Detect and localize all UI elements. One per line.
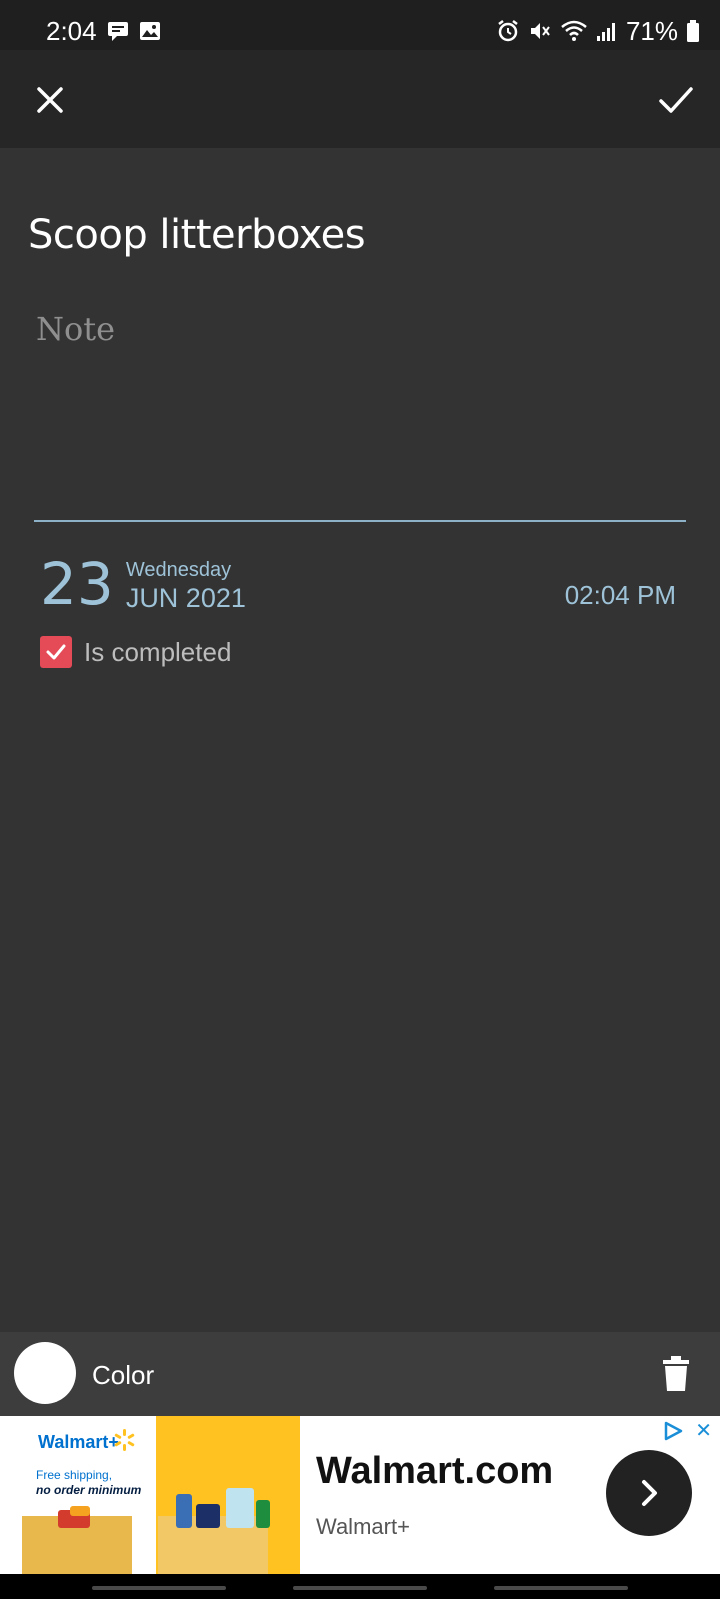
completed-checkbox[interactable]	[40, 636, 72, 668]
ad-choices-icon[interactable]	[662, 1420, 684, 1442]
ad-headline[interactable]: Walmart.com	[316, 1450, 553, 1493]
battery-icon	[686, 19, 700, 43]
task-editor: Scoop litterboxes 23 Wednesday JUN 2021 …	[0, 148, 720, 1332]
image-notification-icon	[139, 20, 161, 42]
app-bar	[0, 50, 720, 148]
color-label[interactable]: Color	[92, 1360, 154, 1391]
ad-product	[70, 1506, 90, 1516]
completed-label: Is completed	[84, 636, 232, 667]
delete-button[interactable]	[662, 1356, 690, 1392]
wifi-icon	[560, 19, 588, 43]
alarm-icon	[496, 19, 520, 43]
checkmark-icon	[46, 644, 66, 660]
walmart-spark-icon	[114, 1429, 135, 1451]
ad-next-button[interactable]	[606, 1450, 692, 1536]
ad-shipping-text: Free shipping, no order minimum	[36, 1468, 142, 1497]
mute-icon	[528, 19, 552, 43]
bottom-toolbar: Color	[0, 1332, 720, 1416]
trash-icon	[663, 1356, 689, 1391]
walmart-logo-text: Walmart+	[38, 1432, 119, 1452]
ad-close-button[interactable]: ✕	[695, 1418, 712, 1443]
time-picker[interactable]: 02:04 PM	[565, 580, 676, 611]
nav-recents[interactable]	[92, 1586, 226, 1590]
signal-icon	[596, 20, 618, 42]
nav-back[interactable]	[494, 1586, 628, 1590]
nav-home[interactable]	[293, 1586, 427, 1590]
completed-toggle[interactable]: Is completed	[40, 636, 231, 668]
status-time: 2:04	[46, 15, 97, 46]
ad-product	[196, 1504, 220, 1528]
note-input[interactable]	[34, 308, 690, 502]
note-divider	[34, 520, 686, 522]
date-month-year: JUN 2021	[125, 583, 246, 613]
save-button[interactable]	[654, 78, 698, 122]
date-day: 23	[40, 550, 114, 618]
close-button[interactable]	[30, 80, 70, 120]
message-notification-icon	[107, 20, 129, 42]
ad-image[interactable]: Walmart+ Free shipping, no order minimum	[0, 1416, 300, 1574]
ad-product	[256, 1500, 270, 1528]
date-picker[interactable]: 23 Wednesday JUN 2021	[40, 552, 246, 616]
ad-product	[176, 1494, 192, 1528]
color-picker-swatch[interactable]	[14, 1342, 76, 1404]
date-weekday: Wednesday	[125, 559, 232, 581]
chevron-right-icon	[642, 1480, 657, 1506]
system-nav-bar	[0, 1574, 720, 1599]
battery-percentage: 71%	[625, 15, 678, 46]
ad-product	[226, 1488, 254, 1528]
ad-banner[interactable]: Walmart+ Free shipping, no order minimum…	[0, 1416, 720, 1574]
ad-subtitle: Walmart+	[316, 1514, 410, 1539]
check-icon	[659, 87, 693, 113]
task-title[interactable]: Scoop litterboxes	[28, 212, 366, 258]
close-icon	[37, 87, 63, 113]
